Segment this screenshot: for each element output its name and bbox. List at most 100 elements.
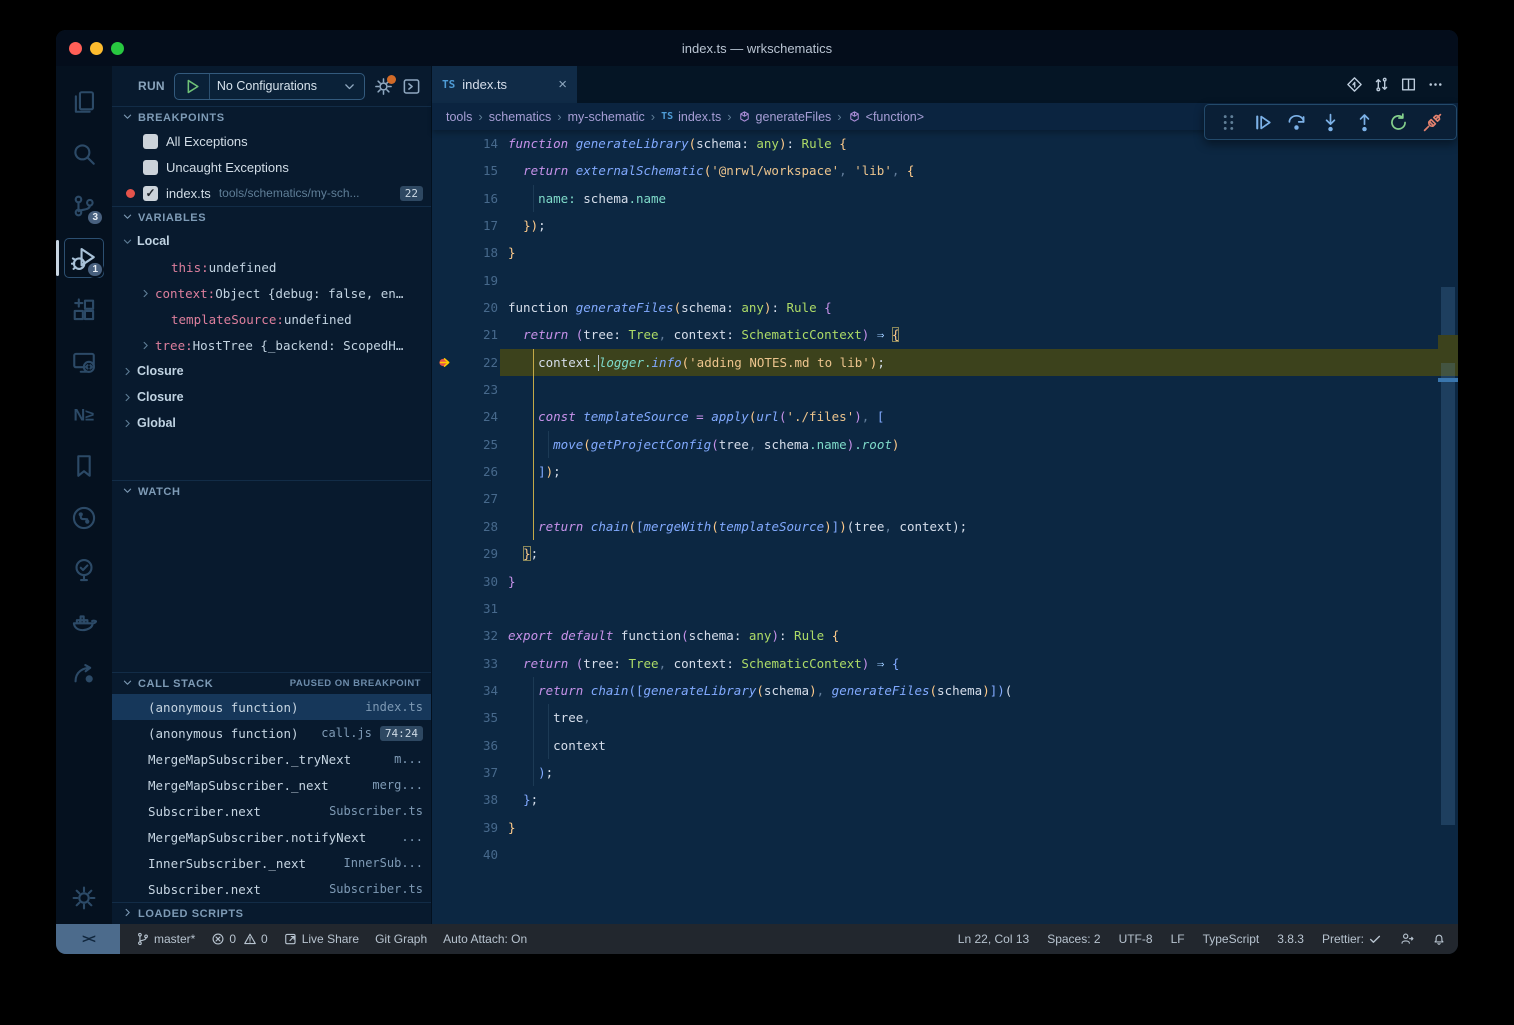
breakpoint-margin[interactable]: [432, 321, 458, 348]
variable-scope-row[interactable]: Closure: [112, 358, 431, 384]
code-line[interactable]: 23: [432, 376, 1458, 403]
breakpoint-margin[interactable]: [432, 568, 458, 595]
breakpoint-checkbox[interactable]: ✓: [143, 186, 158, 201]
code-line[interactable]: 35 tree,: [432, 704, 1458, 731]
line-number[interactable]: 23: [458, 376, 498, 403]
code-line[interactable]: 17 });: [432, 212, 1458, 239]
code-line[interactable]: 34 return chain([generateLibrary(schema)…: [432, 677, 1458, 704]
breakpoint-margin[interactable]: [432, 376, 458, 403]
line-number[interactable]: 18: [458, 239, 498, 266]
step-over-icon[interactable]: [1286, 112, 1307, 133]
line-number[interactable]: 20: [458, 294, 498, 321]
breakpoint-margin[interactable]: [432, 540, 458, 567]
statusbar-live-share[interactable]: Live Share: [284, 932, 359, 946]
breakpoint-margin[interactable]: [432, 130, 458, 157]
code-line[interactable]: 27: [432, 485, 1458, 512]
project-manager-icon[interactable]: [60, 648, 108, 700]
code-line[interactable]: 33 return (tree: Tree, context: Schemati…: [432, 650, 1458, 677]
line-number[interactable]: 24: [458, 403, 498, 430]
line-number[interactable]: 30: [458, 568, 498, 595]
code-line[interactable]: 20function generateFiles(schema: any): R…: [432, 294, 1458, 321]
call-stack-header[interactable]: CALL STACK PAUSED ON BREAKPOINT: [112, 672, 431, 694]
code-line[interactable]: 39}: [432, 814, 1458, 841]
stack-frame-row[interactable]: InnerSubscriber._nextInnerSub...: [112, 850, 431, 876]
line-number[interactable]: 31: [458, 595, 498, 622]
docker-icon[interactable]: [60, 596, 108, 648]
line-number[interactable]: 19: [458, 267, 498, 294]
code-line[interactable]: 19: [432, 267, 1458, 294]
breadcrumb-item[interactable]: my-schematic: [568, 110, 645, 124]
code-line[interactable]: 28 return chain([mergeWith(templateSourc…: [432, 513, 1458, 540]
breakpoint-margin[interactable]: [432, 239, 458, 266]
line-number[interactable]: 39: [458, 814, 498, 841]
breakpoint-margin[interactable]: [432, 157, 458, 184]
breakpoint-margin[interactable]: [432, 458, 458, 485]
breakpoint-margin[interactable]: [432, 485, 458, 512]
source-control-icon[interactable]: 3: [60, 180, 108, 232]
explorer-icon[interactable]: [60, 76, 108, 128]
line-number[interactable]: 15: [458, 157, 498, 184]
run-debug-icon[interactable]: 1: [60, 232, 108, 284]
variable-row[interactable]: context: Object {debug: false, en…: [112, 280, 431, 306]
line-number[interactable]: 26: [458, 458, 498, 485]
split-editor-icon[interactable]: [1400, 76, 1417, 93]
stack-frame-row[interactable]: MergeMapSubscriber.notifyNext...: [112, 824, 431, 850]
breakpoint-margin[interactable]: [432, 403, 458, 430]
start-debug-icon[interactable]: [183, 77, 202, 96]
line-number[interactable]: 36: [458, 732, 498, 759]
statusbar-eol[interactable]: LF: [1171, 932, 1185, 946]
debug-console-icon[interactable]: [402, 77, 421, 96]
settings-gear-icon[interactable]: [60, 872, 108, 924]
extensions-icon[interactable]: [60, 284, 108, 336]
stack-frame-row[interactable]: Subscriber.nextSubscriber.ts: [112, 876, 431, 902]
line-number[interactable]: 27: [458, 485, 498, 512]
code-line[interactable]: 37 );: [432, 759, 1458, 786]
breadcrumb-item[interactable]: schematics: [489, 110, 552, 124]
breakpoint-margin[interactable]: [432, 704, 458, 731]
code-line[interactable]: 15 return externalSchematic('@nrwl/works…: [432, 157, 1458, 184]
variable-row[interactable]: tree: HostTree {_backend: ScopedH…: [112, 332, 431, 358]
compare-changes-icon[interactable]: [1373, 76, 1390, 93]
stack-frame-row[interactable]: MergeMapSubscriber._tryNextm...: [112, 746, 431, 772]
code-line[interactable]: 29 };: [432, 540, 1458, 567]
breakpoint-checkbox[interactable]: [143, 134, 158, 149]
variable-row[interactable]: this: undefined: [112, 254, 431, 280]
line-number[interactable]: 35: [458, 704, 498, 731]
line-number[interactable]: 16: [458, 185, 498, 212]
code-line[interactable]: 22 context.logger.info('adding NOTES.md …: [432, 349, 1458, 376]
statusbar-prettier[interactable]: Prettier:: [1322, 932, 1382, 946]
traffic-lights[interactable]: [69, 42, 124, 55]
statusbar-encoding[interactable]: UTF-8: [1119, 932, 1153, 946]
breadcrumb-item[interactable]: generateFiles: [738, 110, 832, 124]
launch-config-dropdown[interactable]: No Configurations: [174, 73, 365, 100]
breadcrumb-item[interactable]: <function>: [848, 110, 924, 124]
variable-scope-row[interactable]: Global: [112, 410, 431, 436]
git-diamond-icon[interactable]: [1346, 76, 1363, 93]
variable-scope-row[interactable]: Local: [112, 228, 431, 254]
stack-frame-row[interactable]: MergeMapSubscriber._nextmerg...: [112, 772, 431, 798]
code-line[interactable]: 31: [432, 595, 1458, 622]
statusbar-warnings[interactable]: 0: [243, 932, 268, 946]
breakpoint-margin[interactable]: [432, 786, 458, 813]
restart-icon[interactable]: [1388, 112, 1409, 133]
stack-frame-row[interactable]: (anonymous function)index.ts: [112, 694, 431, 720]
statusbar-ts-version[interactable]: 3.8.3: [1277, 932, 1304, 946]
close-tab-icon[interactable]: ×: [558, 76, 567, 93]
breakpoint-margin[interactable]: [432, 650, 458, 677]
todo-tree-icon[interactable]: [60, 544, 108, 596]
code-line[interactable]: 38 };: [432, 786, 1458, 813]
code-editor[interactable]: 14function generateLibrary(schema: any):…: [432, 130, 1458, 924]
stack-frame-row[interactable]: Subscriber.nextSubscriber.ts: [112, 798, 431, 824]
breakpoint-margin[interactable]: [432, 677, 458, 704]
close-window-button[interactable]: [69, 42, 82, 55]
breakpoint-row[interactable]: ✓index.tstools/schematics/my-sch...22: [112, 180, 431, 206]
breakpoint-margin[interactable]: [432, 294, 458, 321]
breakpoint-margin[interactable]: [432, 212, 458, 239]
breakpoint-margin[interactable]: [432, 841, 458, 868]
disconnect-icon[interactable]: [1422, 112, 1443, 133]
breakpoint-row[interactable]: All Exceptions: [112, 128, 431, 154]
stack-frame-row[interactable]: (anonymous function)call.js74:24: [112, 720, 431, 746]
breakpoint-margin[interactable]: [432, 431, 458, 458]
more-actions-icon[interactable]: [1427, 76, 1444, 93]
breakpoint-margin[interactable]: [432, 513, 458, 540]
